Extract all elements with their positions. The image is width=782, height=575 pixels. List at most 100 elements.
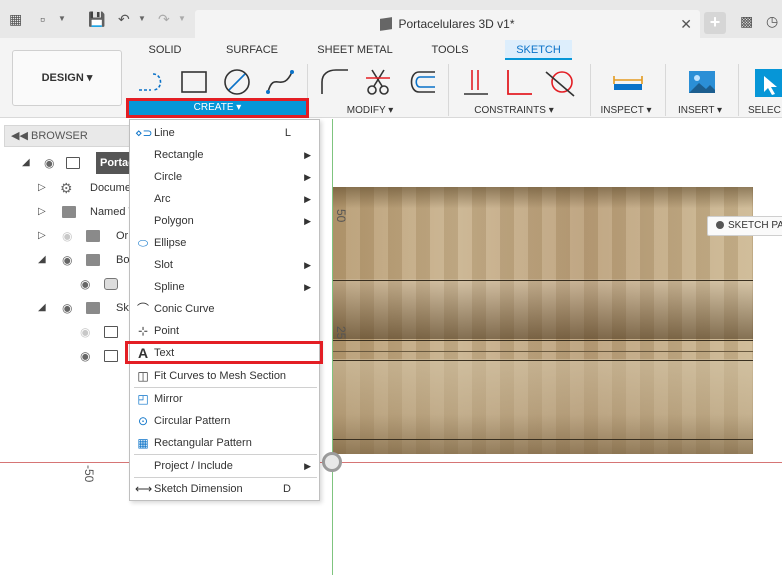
fit-curves-icon: ◫ bbox=[137, 369, 149, 383]
insert-menu-button[interactable]: INSERT ▾ bbox=[676, 104, 724, 118]
close-tab-icon[interactable]: ✕ bbox=[680, 16, 692, 33]
tab-sketch[interactable]: SKETCH bbox=[505, 40, 572, 60]
redo-caret-icon[interactable]: ▼ bbox=[178, 15, 186, 23]
menu-item-rectangle[interactable]: Rectangle ▶ bbox=[130, 144, 319, 166]
perpendicular-constraint-icon[interactable] bbox=[502, 66, 534, 98]
menu-item-sketch-dimension[interactable]: ⟷ Sketch Dimension D bbox=[130, 478, 319, 500]
browser-panel-header[interactable]: ◀◀ BROWSER bbox=[4, 125, 130, 147]
origin-point[interactable] bbox=[322, 452, 342, 472]
tangent-constraint-icon[interactable] bbox=[544, 66, 576, 98]
eye-icon[interactable]: ◉ bbox=[62, 297, 72, 319]
tab-surface[interactable]: SURFACE bbox=[222, 40, 282, 60]
mirror-icon: ◰ bbox=[137, 392, 149, 406]
sketch-icon bbox=[104, 350, 118, 362]
dimension-label-25: 25 bbox=[334, 326, 348, 340]
menu-item-mirror[interactable]: ◰ Mirror bbox=[130, 388, 319, 410]
dimension-label-50: 50 bbox=[334, 209, 348, 223]
file-caret-icon[interactable]: ▼ bbox=[58, 15, 66, 23]
menu-item-project-include[interactable]: Project / Include ▶ bbox=[130, 455, 319, 477]
menu-item-circle[interactable]: Circle ▶ bbox=[130, 166, 319, 188]
offset-tool-icon[interactable] bbox=[405, 66, 437, 98]
eye-hidden-icon[interactable]: ◉ bbox=[80, 321, 90, 343]
toolbar-divider bbox=[738, 64, 739, 116]
submenu-arrow-icon: ▶ bbox=[304, 461, 311, 471]
menu-item-arc[interactable]: Arc ▶ bbox=[130, 188, 319, 210]
select-menu-button[interactable]: SELEC bbox=[748, 104, 782, 118]
line-tool-icon[interactable] bbox=[135, 66, 167, 98]
new-tab-button[interactable]: + bbox=[704, 12, 726, 34]
submenu-arrow-icon: ▶ bbox=[304, 282, 311, 292]
trim-tool-icon[interactable] bbox=[362, 66, 394, 98]
inspect-menu-button[interactable]: INSPECT ▾ bbox=[598, 104, 654, 118]
file-icon[interactable]: ▫ bbox=[40, 12, 45, 26]
spline-tool-icon[interactable] bbox=[264, 66, 296, 98]
eye-icon[interactable]: ◉ bbox=[44, 152, 54, 174]
expand-triangle-icon[interactable]: ▷ bbox=[38, 177, 46, 199]
tab-solid[interactable]: SOLID bbox=[140, 40, 190, 60]
insert-image-icon[interactable] bbox=[686, 66, 718, 98]
document-cube-icon bbox=[380, 17, 393, 31]
undo-icon[interactable]: ↶ bbox=[118, 12, 130, 26]
toolbar-divider bbox=[665, 64, 666, 116]
chat-icon[interactable]: ▩ bbox=[740, 13, 753, 30]
menu-item-circular-pattern[interactable]: ⊙ Circular Pattern bbox=[130, 410, 319, 432]
measure-tool-icon[interactable] bbox=[612, 66, 644, 98]
submenu-arrow-icon: ▶ bbox=[304, 172, 311, 182]
fillet-tool-icon[interactable] bbox=[318, 66, 350, 98]
toolbar-divider bbox=[448, 64, 449, 116]
circular-pattern-icon: ⊙ bbox=[137, 414, 149, 428]
conic-curve-icon: ⌒ bbox=[136, 302, 149, 316]
sketch-line bbox=[332, 351, 753, 352]
menu-item-spline[interactable]: Spline ▶ bbox=[130, 276, 319, 298]
eye-icon[interactable]: ◉ bbox=[62, 249, 72, 271]
sketch-line bbox=[332, 340, 753, 341]
constraints-menu-button[interactable]: CONSTRAINTS ▾ bbox=[470, 104, 558, 118]
dimension-label-neg50: -50 bbox=[82, 465, 96, 483]
eye-hidden-icon[interactable]: ◉ bbox=[62, 225, 72, 247]
menu-item-point[interactable]: ⊹ Point bbox=[130, 320, 319, 342]
point-icon: ⊹ bbox=[137, 324, 149, 338]
folder-icon bbox=[86, 302, 100, 314]
sketch-icon bbox=[104, 326, 118, 338]
menu-item-polygon[interactable]: Polygon ▶ bbox=[130, 210, 319, 232]
folder-icon bbox=[86, 254, 100, 266]
create-dropdown-menu: ⋄⊃ Line L Rectangle ▶ Circle ▶ Arc ▶ Pol… bbox=[129, 119, 320, 501]
submenu-arrow-icon: ▶ bbox=[304, 260, 311, 270]
expand-triangle-icon[interactable]: ▷ bbox=[38, 225, 46, 247]
toolbar: DESIGN ▾ SOLID SURFACE SHEET METAL TOOLS… bbox=[0, 38, 782, 118]
collapse-triangle-icon[interactable]: ◢ bbox=[38, 249, 46, 271]
eye-icon[interactable]: ◉ bbox=[80, 345, 90, 367]
undo-caret-icon[interactable]: ▼ bbox=[138, 15, 146, 23]
expand-triangle-icon[interactable]: ▷ bbox=[38, 201, 46, 223]
save-icon[interactable]: 💾 bbox=[88, 12, 105, 26]
menu-item-conic-curve[interactable]: ⌒ Conic Curve bbox=[130, 298, 319, 320]
tab-tools[interactable]: TOOLS bbox=[425, 40, 475, 60]
job-status-icon[interactable]: ◷ bbox=[766, 13, 778, 30]
component-icon bbox=[66, 157, 80, 169]
select-tool-icon[interactable] bbox=[752, 66, 782, 98]
redo-icon[interactable]: ↷ bbox=[158, 12, 170, 26]
sketch-palette-button[interactable]: SKETCH PA bbox=[707, 216, 782, 236]
sketch-line bbox=[332, 360, 753, 361]
eye-icon[interactable]: ◉ bbox=[80, 273, 90, 295]
tab-sheet-metal[interactable]: SHEET METAL bbox=[315, 40, 395, 60]
menu-item-fit-curves[interactable]: ◫ Fit Curves to Mesh Section bbox=[130, 365, 319, 387]
menu-item-line[interactable]: ⋄⊃ Line L bbox=[130, 122, 319, 144]
workspace-switcher-button[interactable]: DESIGN ▾ bbox=[12, 50, 122, 106]
plus-circle-icon bbox=[716, 221, 724, 229]
collapse-triangle-icon[interactable]: ◢ bbox=[22, 152, 30, 174]
coincident-constraint-icon[interactable] bbox=[460, 66, 492, 98]
menu-item-slot[interactable]: Slot ▶ bbox=[130, 254, 319, 276]
menu-item-rectangular-pattern[interactable]: ▦ Rectangular Pattern bbox=[130, 432, 319, 454]
app-grid-icon[interactable]: ▦ bbox=[9, 12, 22, 26]
menu-item-ellipse[interactable]: ⬭ Ellipse bbox=[130, 232, 319, 254]
folder-icon bbox=[86, 230, 100, 242]
circle-tool-icon[interactable] bbox=[221, 66, 253, 98]
rectangular-pattern-icon: ▦ bbox=[137, 436, 149, 450]
wood-texture-band bbox=[332, 279, 753, 339]
modify-menu-button[interactable]: MODIFY ▾ bbox=[340, 104, 400, 118]
collapse-triangle-icon[interactable]: ◢ bbox=[38, 297, 46, 319]
document-tab[interactable]: Portacelulares 3D v1* ✕ bbox=[195, 10, 700, 38]
rectangle-tool-icon[interactable] bbox=[178, 66, 210, 98]
line-icon: ⋄⊃ bbox=[135, 126, 153, 140]
